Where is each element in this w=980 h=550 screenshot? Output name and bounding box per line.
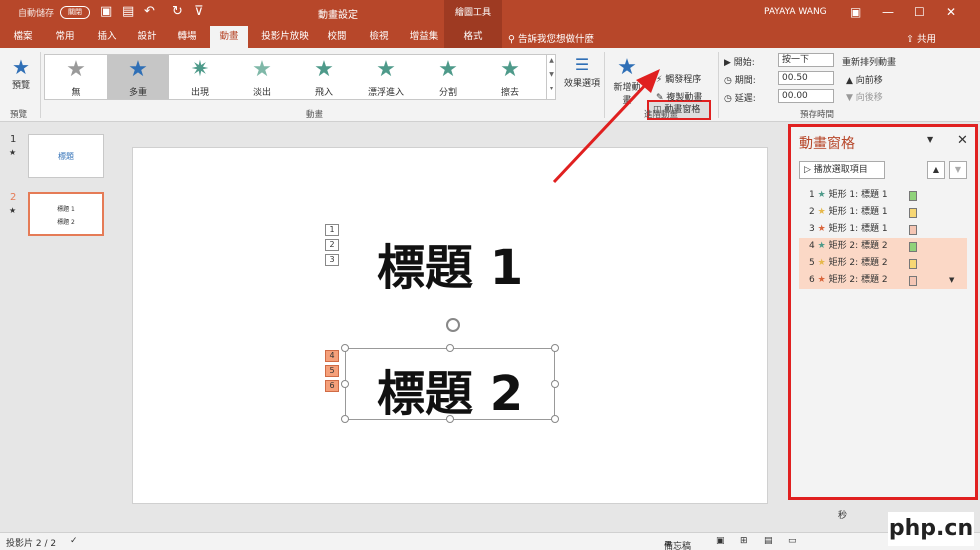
arrow-shaft (552, 78, 652, 184)
slide-info: 投影片 2 / 2 (6, 539, 57, 549)
slideshow-view-icon[interactable]: ▭ (788, 536, 797, 546)
spellcheck-icon[interactable]: ✓ (70, 536, 78, 546)
annotation-arrow (552, 69, 660, 184)
reading-view-icon[interactable]: ▤ (764, 536, 773, 546)
watermark-logo: php.cn (888, 512, 974, 546)
notes-label: 備忘稿 (664, 542, 692, 550)
normal-view-icon[interactable]: ▣ (716, 536, 725, 546)
status-bar: 投影片 2 / 2 ✓ ≡ 備忘稿 ▣ ⊞ ▤ ▭ (0, 532, 980, 550)
sorter-view-icon[interactable]: ⊞ (740, 536, 748, 546)
